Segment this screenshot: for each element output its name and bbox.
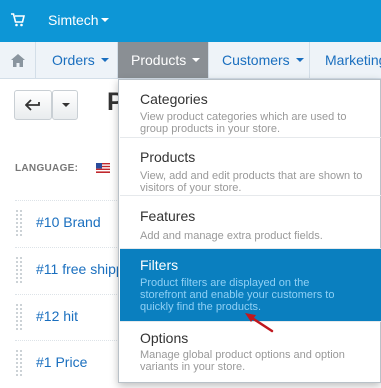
nav-label-customers: Customers [222,52,290,68]
chevron-down-icon [100,58,109,62]
back-dropdown-button[interactable] [52,90,78,120]
menu-item-title: Features [140,208,196,224]
nav-item-orders[interactable]: Orders [36,42,118,78]
nav-item-products[interactable]: Products [118,42,209,78]
nav-item-marketing[interactable]: Marketing [310,42,381,78]
menu-item-description: Manage global product options and option… [140,349,345,373]
language-label: LANGUAGE: [15,163,79,174]
menu-item-description: Add and manage extra product fields. [140,230,323,242]
drag-handle-icon[interactable] [15,349,23,377]
main-navigation: Orders Products Customers Marketing [0,42,381,79]
menu-item-title: Products [140,149,196,165]
top-bar: Simtech [0,0,381,42]
nav-label-products: Products [131,52,187,68]
drag-handle-icon[interactable] [15,303,23,331]
nav-label-marketing: Marketing [325,52,381,68]
menu-item-products[interactable]: Products View, add and edit products tha… [120,138,381,196]
chevron-down-icon [192,58,201,62]
store-name: Simtech [48,12,99,28]
home-icon [11,54,25,67]
filter-link[interactable]: #1 Price [36,354,87,370]
nav-label-orders: Orders [52,52,95,68]
nav-home[interactable] [0,42,36,78]
drag-handle-icon[interactable] [15,209,23,237]
filter-link[interactable]: #11 free shipp [36,261,124,277]
menu-item-features[interactable]: Features Add and manage extra product fi… [120,196,381,249]
menu-item-description: View, add and edit products that are sho… [140,170,363,194]
chevron-down-icon [100,18,109,22]
us-flag-icon[interactable] [96,163,110,173]
nav-item-customers[interactable]: Customers [209,42,310,78]
back-arrow-icon [25,99,40,111]
filter-link[interactable]: #12 hit [36,308,78,324]
drag-handle-icon[interactable] [15,256,23,284]
chevron-down-icon [295,58,304,62]
back-button[interactable] [14,90,52,120]
filter-link[interactable]: #10 Brand [36,214,101,230]
menu-item-title: Categories [140,91,208,107]
menu-item-description: View product categories which are used t… [140,111,347,135]
store-switcher[interactable]: Simtech [48,12,109,28]
menu-item-categories[interactable]: Categories View product categories which… [120,80,381,138]
chevron-down-icon [62,103,70,107]
menu-item-title: Filters [140,257,179,273]
menu-item-title: Options [140,330,189,346]
annotation-arrow-icon [245,313,274,333]
cart-icon[interactable] [11,13,25,27]
